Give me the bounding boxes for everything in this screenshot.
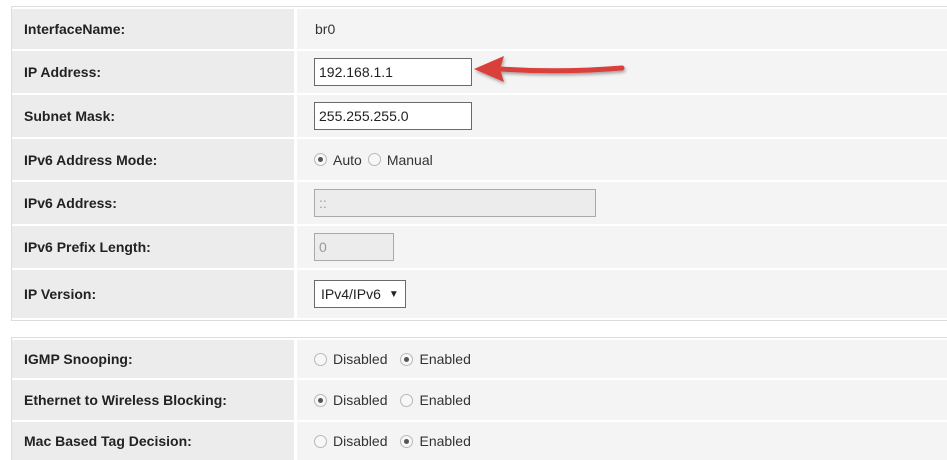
ip-version-cell: IPv4/IPv6 ▼	[297, 270, 947, 318]
igmp-disabled-radio[interactable]	[314, 352, 327, 366]
annotation-arrow-icon	[474, 56, 625, 82]
subnet-mask-cell	[297, 95, 947, 137]
igmp-snooping-label: IGMP Snooping:	[12, 340, 294, 378]
mac-tag-decision-label: Mac Based Tag Decision:	[12, 422, 294, 460]
ipv6-address-mode-row: IPv6 Address Mode: Auto Manual	[12, 139, 947, 180]
eth-wireless-blocking-label: Ethernet to Wireless Blocking:	[12, 380, 294, 420]
ipv6-address-mode-label: IPv6 Address Mode:	[12, 139, 294, 180]
eth-blocking-disabled-label[interactable]: Disabled	[333, 392, 387, 408]
ip-version-select[interactable]: IPv4/IPv6 ▼	[314, 280, 406, 308]
ip-version-label: IP Version:	[12, 270, 294, 318]
ip-version-selected-value: IPv4/IPv6	[321, 286, 381, 302]
igmp-snooping-cell: Disabled Enabled	[297, 340, 947, 378]
ip-address-input[interactable]	[314, 58, 472, 86]
dropdown-caret-icon: ▼	[388, 288, 399, 300]
ipv6-address-input	[314, 189, 596, 217]
ipv6-prefix-length-cell	[297, 226, 947, 268]
options-panel: IGMP Snooping: Disabled Enabled Ethernet…	[11, 337, 947, 460]
ipv6-address-cell	[297, 182, 947, 224]
ipv6-address-label: IPv6 Address:	[12, 182, 294, 224]
eth-blocking-enabled-radio[interactable]	[400, 393, 414, 407]
ipv6-address-mode-cell: Auto Manual	[297, 139, 947, 180]
mac-tag-enabled-radio[interactable]	[400, 434, 414, 448]
ipv6-prefix-length-row: IPv6 Prefix Length:	[12, 226, 947, 268]
mac-tag-decision-cell: Disabled Enabled	[297, 422, 947, 460]
mac-tag-disabled-label[interactable]: Disabled	[333, 433, 387, 449]
mac-tag-decision-row: Mac Based Tag Decision: Disabled Enabled	[12, 422, 947, 460]
ipv6-prefix-length-label: IPv6 Prefix Length:	[12, 226, 294, 268]
eth-wireless-blocking-row: Ethernet to Wireless Blocking: Disabled …	[12, 380, 947, 420]
ipv6-mode-auto-radio[interactable]	[314, 153, 327, 166]
igmp-enabled-radio[interactable]	[400, 352, 414, 366]
ip-version-row: IP Version: IPv4/IPv6 ▼	[12, 270, 947, 318]
ipv6-mode-auto-label[interactable]: Auto	[333, 152, 362, 168]
interface-name-row: InterfaceName: br0	[12, 9, 947, 49]
igmp-disabled-label[interactable]: Disabled	[333, 351, 387, 367]
igmp-enabled-label[interactable]: Enabled	[419, 351, 470, 367]
ipv6-prefix-length-input	[314, 233, 394, 261]
interface-name-cell: br0	[297, 9, 947, 49]
ipv6-mode-manual-radio[interactable]	[367, 153, 381, 166]
mac-tag-enabled-label[interactable]: Enabled	[419, 433, 470, 449]
ip-address-label: IP Address:	[12, 51, 294, 93]
igmp-snooping-row: IGMP Snooping: Disabled Enabled	[12, 340, 947, 378]
subnet-mask-input[interactable]	[314, 102, 472, 130]
eth-wireless-blocking-cell: Disabled Enabled	[297, 380, 947, 420]
interface-name-value: br0	[315, 21, 336, 37]
subnet-mask-label: Subnet Mask:	[12, 95, 294, 137]
ipv6-mode-manual-label[interactable]: Manual	[387, 152, 433, 168]
ipv6-address-row: IPv6 Address:	[12, 182, 947, 224]
subnet-mask-row: Subnet Mask:	[12, 95, 947, 137]
interface-name-label: InterfaceName:	[12, 9, 294, 49]
eth-blocking-enabled-label[interactable]: Enabled	[419, 392, 470, 408]
mac-tag-disabled-radio[interactable]	[314, 434, 327, 448]
eth-blocking-disabled-radio[interactable]	[314, 393, 327, 407]
